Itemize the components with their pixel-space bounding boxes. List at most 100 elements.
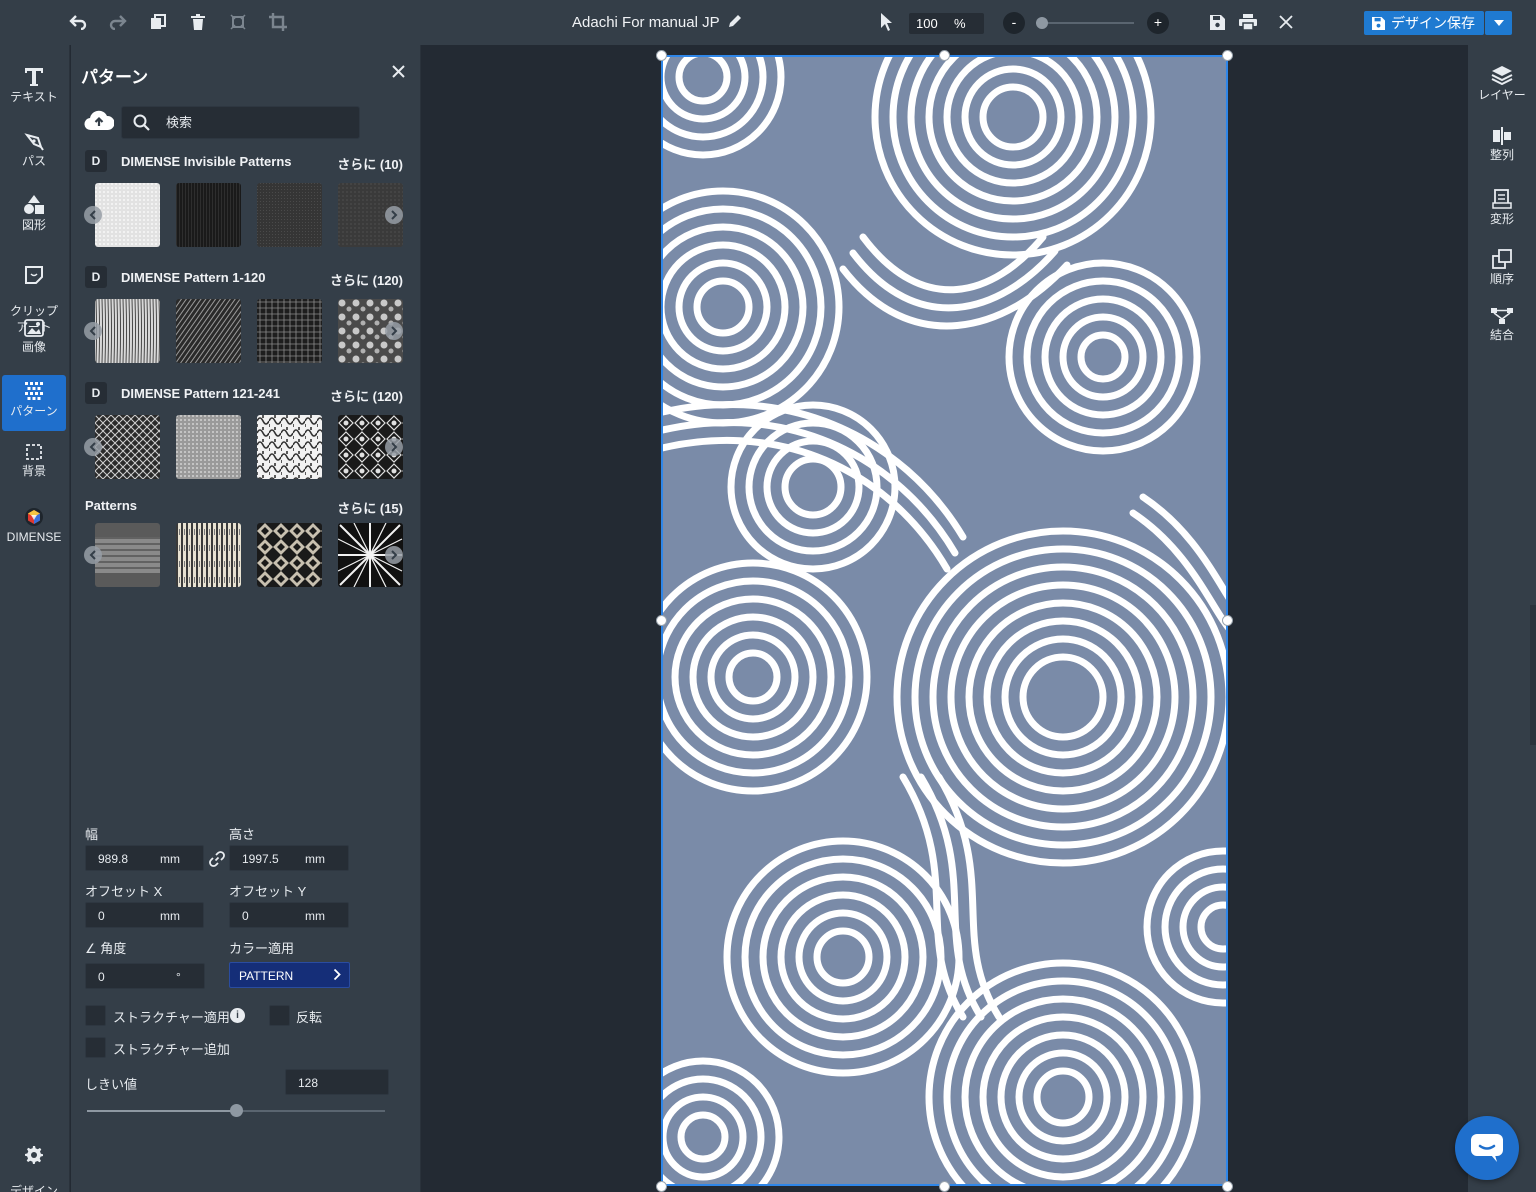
tool-text[interactable]: テキスト bbox=[2, 67, 66, 105]
carousel-prev-button[interactable] bbox=[84, 206, 102, 224]
undo-icon[interactable] bbox=[66, 10, 90, 34]
resize-handle[interactable] bbox=[1222, 50, 1233, 61]
trash-icon[interactable] bbox=[186, 10, 210, 34]
resize-handle[interactable] bbox=[1222, 1181, 1233, 1192]
resize-handle[interactable] bbox=[656, 50, 667, 61]
tool-shapes[interactable]: 図形 bbox=[2, 195, 66, 233]
tool-design-settings[interactable]: デザイン 設定 bbox=[2, 1129, 66, 1192]
carousel-prev-button[interactable] bbox=[84, 546, 102, 564]
tool-path[interactable]: パス bbox=[2, 133, 66, 169]
pattern-thumbnail[interactable] bbox=[95, 299, 160, 363]
panel-title: パターン bbox=[81, 68, 149, 87]
duplicate-icon[interactable] bbox=[146, 10, 170, 34]
tool-image[interactable]: 画像 bbox=[2, 319, 66, 355]
resize-handle[interactable] bbox=[656, 1181, 667, 1192]
width-field[interactable]: 989.8 mm bbox=[85, 845, 204, 871]
section-more-link[interactable]: さらに (120) bbox=[330, 386, 403, 405]
save-options-dropdown[interactable] bbox=[1485, 11, 1512, 35]
angle-label: ∠ 角度 bbox=[85, 941, 127, 956]
pattern-thumbnail[interactable] bbox=[95, 523, 160, 587]
link-icon[interactable] bbox=[209, 851, 225, 867]
texture-add-checkbox[interactable] bbox=[85, 1037, 106, 1058]
pattern-thumbnail[interactable] bbox=[257, 299, 322, 363]
color-apply-button[interactable]: PATTERN bbox=[229, 962, 350, 988]
section-name: Patterns bbox=[85, 498, 138, 513]
pattern-thumbnail[interactable] bbox=[176, 523, 241, 587]
carousel-next-button[interactable] bbox=[385, 546, 403, 564]
pattern-search[interactable] bbox=[121, 106, 360, 139]
width-unit: mm bbox=[160, 852, 180, 866]
gear-icon bbox=[2, 1145, 66, 1165]
save-disk-icon[interactable] bbox=[1205, 10, 1229, 34]
tool-layers[interactable]: レイヤー bbox=[1468, 65, 1536, 103]
invert-checkbox[interactable] bbox=[269, 1005, 290, 1026]
tool-background[interactable]: 背景 bbox=[2, 443, 66, 479]
tool-shapes-label: 図形 bbox=[21, 218, 46, 232]
carousel-next-button[interactable] bbox=[385, 438, 403, 456]
zoom-in-button[interactable]: + bbox=[1147, 12, 1169, 34]
scrollbar[interactable] bbox=[1530, 605, 1536, 745]
close-icon[interactable] bbox=[1274, 10, 1298, 34]
pattern-thumbnail[interactable] bbox=[257, 183, 322, 247]
zoom-slider-thumb[interactable] bbox=[1035, 17, 1048, 29]
pattern-thumbnail[interactable] bbox=[176, 299, 241, 363]
info-icon[interactable]: i bbox=[230, 1008, 245, 1023]
zoom-slider-track[interactable] bbox=[1036, 22, 1134, 24]
pattern-thumbnail[interactable] bbox=[257, 415, 322, 479]
section-header: D DIMENSE Pattern 121-241 さらに (120) bbox=[85, 382, 403, 404]
fit-icon[interactable] bbox=[226, 10, 250, 34]
design-save-label: デザイン保存 bbox=[1391, 15, 1475, 31]
carousel-prev-button[interactable] bbox=[84, 438, 102, 456]
tool-pattern[interactable]: パターン bbox=[2, 375, 66, 431]
pointer-icon[interactable] bbox=[880, 12, 894, 32]
edit-title-icon[interactable] bbox=[727, 13, 743, 29]
chat-support-button[interactable] bbox=[1455, 1116, 1519, 1180]
section-more-link[interactable]: さらに (10) bbox=[337, 154, 403, 173]
chevron-right-icon bbox=[391, 210, 398, 220]
angle-field[interactable]: 0 ° bbox=[85, 963, 205, 989]
search-input[interactable] bbox=[166, 115, 346, 130]
carousel-prev-button[interactable] bbox=[84, 322, 102, 340]
document-title[interactable]: Adachi For manual JP bbox=[572, 14, 720, 31]
text-icon bbox=[2, 67, 66, 87]
tool-transform[interactable]: 変形 bbox=[1468, 189, 1536, 227]
resize-handle[interactable] bbox=[1222, 615, 1233, 626]
tool-dimense-label: DIMENSE bbox=[6, 530, 62, 544]
pattern-thumbnail[interactable] bbox=[95, 415, 160, 479]
pattern-thumbnail[interactable] bbox=[176, 183, 241, 247]
tool-align[interactable]: 整列 bbox=[1468, 127, 1536, 163]
tool-combine[interactable]: 結合 bbox=[1468, 307, 1536, 343]
pattern-thumbnail[interactable] bbox=[176, 415, 241, 479]
panel-close-icon[interactable] bbox=[392, 65, 405, 78]
carousel-next-button[interactable] bbox=[385, 322, 403, 340]
texture-apply-checkbox[interactable] bbox=[85, 1005, 106, 1026]
zoom-out-button[interactable]: - bbox=[1003, 12, 1025, 34]
upload-cloud-icon[interactable] bbox=[84, 109, 114, 131]
height-value: 1997.5 bbox=[242, 852, 279, 866]
tool-dimense[interactable]: DIMENSE bbox=[2, 507, 66, 545]
tool-order[interactable]: 順序 bbox=[1468, 249, 1536, 287]
threshold-field[interactable]: 128 bbox=[285, 1069, 389, 1095]
section-name: DIMENSE Pattern 1-120 bbox=[121, 270, 266, 285]
print-icon[interactable] bbox=[1236, 10, 1260, 34]
resize-handle[interactable] bbox=[939, 50, 950, 61]
threshold-slider-thumb[interactable] bbox=[230, 1104, 243, 1117]
design-save-button[interactable]: デザイン保存 bbox=[1364, 11, 1484, 35]
offset-x-field[interactable]: 0 mm bbox=[85, 902, 204, 928]
design-canvas[interactable] bbox=[422, 45, 1468, 1192]
section-more-link[interactable]: さらに (120) bbox=[330, 270, 403, 289]
section-more-link[interactable]: さらに (15) bbox=[337, 498, 403, 517]
redo-icon[interactable] bbox=[106, 10, 130, 34]
crop-icon[interactable] bbox=[266, 10, 290, 34]
resize-handle[interactable] bbox=[939, 1181, 950, 1192]
pattern-thumbnail[interactable] bbox=[257, 523, 322, 587]
carousel-next-button[interactable] bbox=[385, 206, 403, 224]
zoom-input[interactable]: 100 % bbox=[909, 13, 984, 34]
tool-pattern-label: パターン bbox=[10, 404, 58, 418]
offset-y-field[interactable]: 0 mm bbox=[229, 902, 349, 928]
artboard[interactable] bbox=[661, 55, 1228, 1186]
background-icon bbox=[2, 443, 66, 461]
pattern-thumbnail[interactable] bbox=[95, 183, 160, 247]
resize-handle[interactable] bbox=[656, 615, 667, 626]
height-field[interactable]: 1997.5 mm bbox=[229, 845, 349, 871]
